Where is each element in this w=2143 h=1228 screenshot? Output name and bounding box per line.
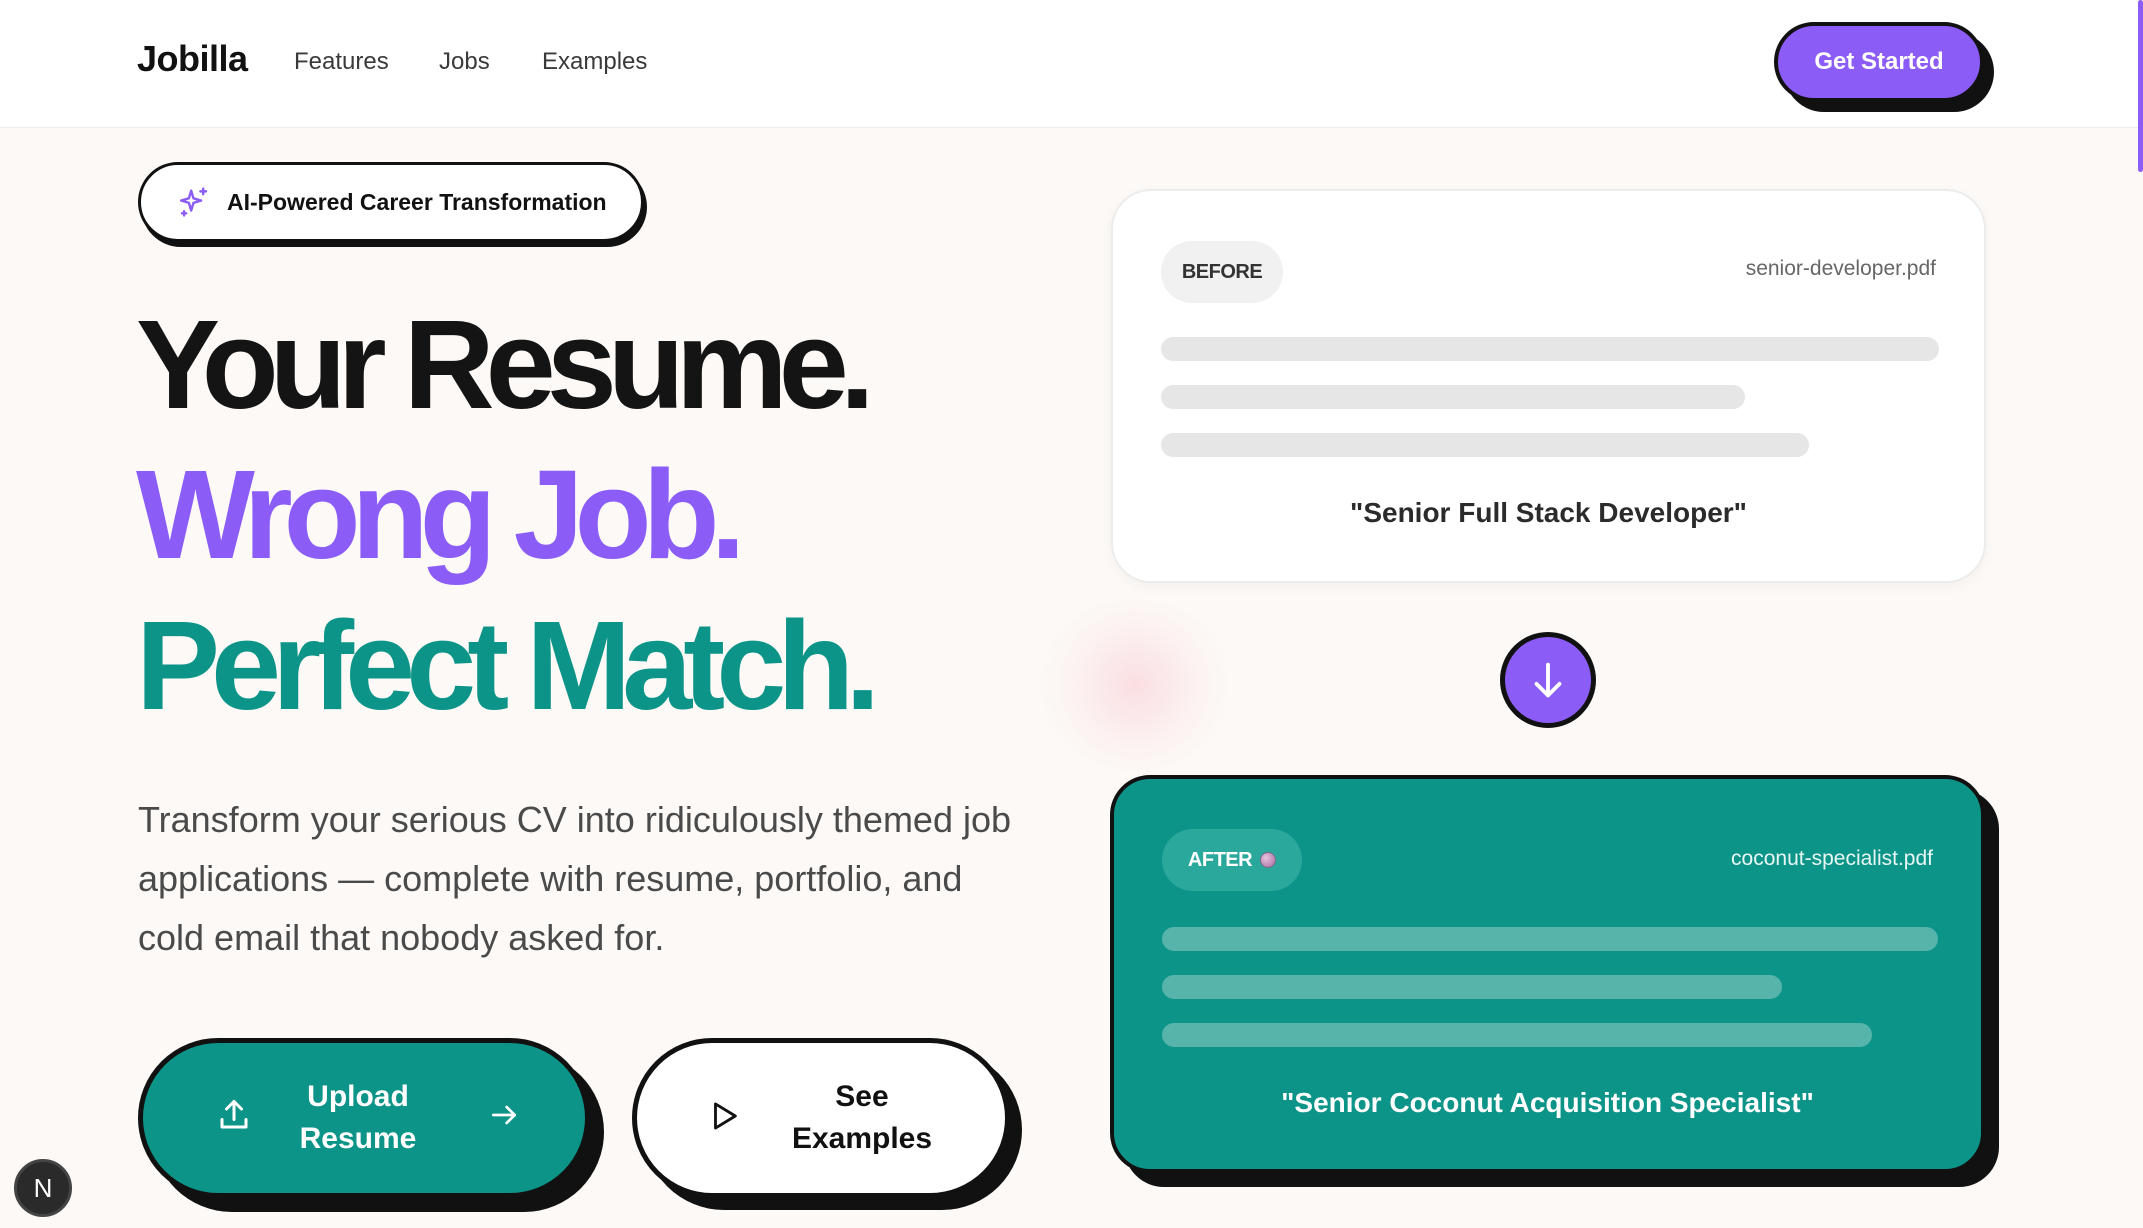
headline-line-1: Your Resume. [136,294,875,435]
headline-line-2: Wrong Job. [136,444,746,585]
after-pill: AFTER [1162,829,1302,891]
after-job-title: "Senior Coconut Acquisition Specialist" [1281,1087,1814,1118]
after-card: AFTER coconut-specialist.pdf "Senior Coc… [1110,775,1985,1173]
sparkles-icon [177,185,211,219]
coconut-icon [1260,852,1277,868]
dev-tools-badge[interactable]: N [14,1159,72,1217]
hero-badge-label: AI-Powered Career Transformation [227,188,607,215]
upload-label-line1: Upload [307,1080,409,1113]
skeleton-line [1162,975,1782,999]
skeleton-line [1162,1023,1872,1047]
skeleton-line [1162,927,1938,951]
skeleton-line [1161,337,1939,361]
skeleton-line [1161,433,1809,457]
before-pill: BEFORE [1161,241,1283,303]
see-examples-label: See Examples [782,1076,942,1160]
examples-label-line2: Examples [791,1122,933,1155]
arrow-down-indicator [1500,632,1596,728]
upload-resume-label: Upload Resume [293,1076,423,1160]
hero-description: Transform your serious CV into ridiculou… [138,799,1012,958]
after-filename: coconut-specialist.pdf [1731,847,1933,870]
skeleton-line [1161,385,1745,409]
logo[interactable]: Jobilla [137,38,248,80]
see-examples-button[interactable]: See Examples [632,1038,1010,1198]
get-started-button[interactable]: Get Started [1774,22,1984,102]
examples-label-line1: See [835,1080,889,1113]
upload-resume-button[interactable]: Upload Resume [138,1038,590,1198]
top-navbar: Jobilla Features Jobs Examples Get Start… [0,0,2143,128]
before-job-title: "Senior Full Stack Developer" [1350,497,1747,528]
arrow-down-icon [1525,657,1571,703]
nav-link-features[interactable]: Features [294,48,389,76]
after-pill-label: AFTER [1187,848,1253,871]
hero-badge: AI-Powered Career Transformation [138,162,644,242]
nav-link-examples[interactable]: Examples [542,48,647,76]
upload-icon [216,1097,252,1133]
scrollbar-thumb[interactable] [2138,0,2143,172]
before-card: BEFORE senior-developer.pdf "Senior Full… [1111,189,1986,583]
upload-label-line2: Resume [299,1122,417,1155]
before-filename: senior-developer.pdf [1745,257,1936,280]
play-icon [707,1099,741,1133]
decorative-blur [1035,600,1235,770]
arrow-right-icon [488,1099,520,1131]
nav-link-jobs[interactable]: Jobs [439,48,490,76]
headline-line-3: Perfect Match. [136,595,880,736]
